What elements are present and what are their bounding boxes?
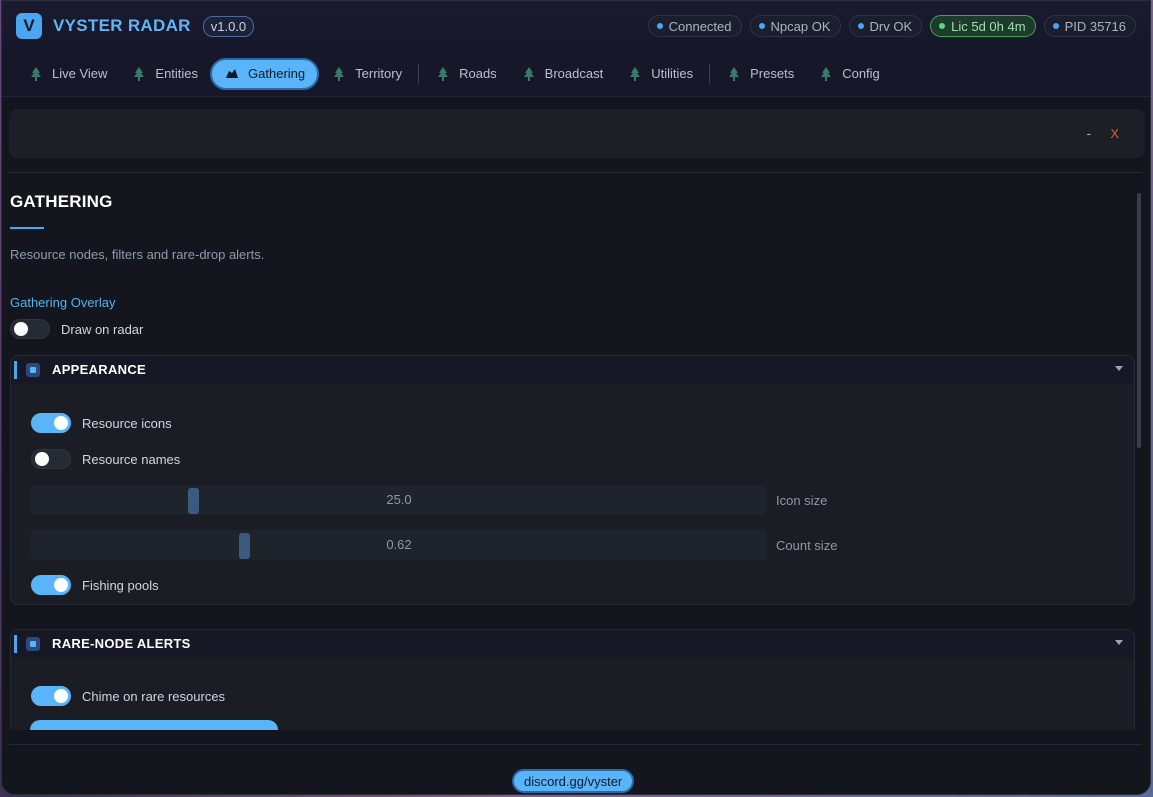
tree-icon: [31, 66, 41, 81]
tab-entities[interactable]: Entities: [119, 58, 210, 90]
rare-alerts-title: RARE-NODE ALERTS: [52, 636, 191, 651]
status-connected: Connected: [647, 15, 742, 37]
tab-utilities[interactable]: Utilities: [615, 58, 705, 90]
count-size-value: 0.62: [386, 537, 412, 552]
tree-icon: [134, 66, 145, 81]
gathering-panel: GATHERING Resource nodes, filters and ra…: [9, 192, 1139, 730]
resource-names-toggle[interactable]: [31, 449, 71, 469]
tree-icon: [630, 66, 641, 81]
tab-gathering[interactable]: Gathering: [210, 57, 320, 90]
toggle-knob: [35, 452, 49, 466]
tab-territory[interactable]: Territory: [319, 58, 414, 90]
tab-separator: [418, 63, 420, 84]
sub-window-bar: - X: [9, 109, 1145, 158]
chevron-down-icon[interactable]: [1115, 366, 1123, 371]
tree-icon: [523, 66, 534, 81]
title-bar: V VYSTER RADAR v1.0.0 Connected Npcap OK…: [2, 1, 1150, 51]
resource-names-row: Resource names: [31, 449, 180, 469]
status-npcap: Npcap OK: [749, 15, 841, 37]
tab-live-view[interactable]: Live View: [16, 58, 119, 90]
fishing-pools-row: Fishing pools: [31, 575, 159, 595]
discord-link[interactable]: discord.gg/vyster: [512, 769, 635, 793]
draw-on-radar-label: Draw on radar: [61, 321, 144, 337]
icon-size-value: 25.0: [386, 492, 412, 507]
header-accent: [14, 635, 17, 653]
close-button[interactable]: X: [1110, 126, 1119, 141]
tree-icon: [334, 66, 345, 81]
tab-config[interactable]: Config: [806, 58, 892, 90]
icon-size-slider[interactable]: 25.0: [31, 485, 767, 515]
status-driver: Drv OK: [848, 15, 923, 37]
ore-icon: [226, 68, 239, 78]
fishing-pools-toggle[interactable]: [31, 575, 71, 595]
status-bar: Connected Npcap OK Drv OK Lic 5d 0h 4m P…: [647, 15, 1136, 37]
chime-toggle[interactable]: [31, 686, 71, 706]
status-pid: PID 35716: [1043, 15, 1136, 37]
version-badge: v1.0.0: [202, 15, 255, 37]
header-accent: [14, 361, 17, 379]
toggle-knob: [54, 416, 68, 430]
status-dot-icon: [758, 23, 765, 29]
minimize-button[interactable]: -: [1087, 126, 1091, 141]
title-underline: [10, 227, 44, 229]
count-size-slider[interactable]: 0.62: [31, 530, 767, 560]
tree-icon: [438, 66, 449, 81]
draw-on-radar-row: Draw on radar: [10, 319, 143, 339]
tree-icon: [821, 66, 832, 81]
toggle-knob: [54, 578, 68, 592]
tab-roads[interactable]: Roads: [423, 58, 509, 90]
app-title: VYSTER RADAR: [53, 16, 191, 35]
status-dot-icon: [1052, 23, 1059, 29]
count-size-label: Count size: [776, 538, 838, 553]
resource-icons-label: Resource icons: [82, 415, 172, 431]
appearance-title: APPEARANCE: [52, 362, 147, 377]
section-label: Gathering Overlay: [10, 295, 116, 310]
status-dot-icon: [656, 23, 663, 29]
status-dot-icon: [857, 23, 864, 29]
app-logo: V: [16, 13, 42, 39]
appearance-header[interactable]: APPEARANCE: [11, 356, 1134, 384]
fishing-pools-label: Fishing pools: [82, 577, 159, 593]
icon-size-label: Icon size: [776, 493, 828, 508]
scrollbar[interactable]: [1137, 193, 1141, 448]
footer-divider: [9, 744, 1142, 745]
resource-icons-toggle[interactable]: [31, 413, 71, 433]
chevron-down-icon[interactable]: [1115, 640, 1123, 645]
status-license: Lic 5d 0h 4m: [930, 15, 1036, 37]
section-icon: [26, 363, 40, 377]
status-dot-icon: [939, 23, 946, 29]
tab-presets[interactable]: Presets: [714, 58, 806, 90]
content-area: - X GATHERING Resource nodes, filters an…: [2, 98, 1150, 794]
rare-alerts-group: RARE-NODE ALERTS Chime on rare resources: [10, 629, 1135, 730]
tab-separator: [709, 63, 711, 84]
tab-bar: Live View Entities Gathering Territory R…: [2, 51, 1150, 97]
draw-on-radar-toggle[interactable]: [10, 319, 50, 339]
page-title: GATHERING: [10, 192, 113, 211]
divider: [9, 172, 1142, 173]
tab-broadcast[interactable]: Broadcast: [509, 58, 616, 90]
toggle-knob: [54, 689, 68, 703]
alert-action-button[interactable]: [30, 720, 278, 730]
app-window: V VYSTER RADAR v1.0.0 Connected Npcap OK…: [1, 0, 1151, 795]
appearance-group: APPEARANCE Resource icons Resource names…: [10, 355, 1135, 605]
section-icon: [26, 637, 40, 651]
tree-icon: [729, 66, 740, 81]
toggle-knob: [14, 322, 28, 336]
chime-row: Chime on rare resources: [31, 686, 225, 706]
rare-alerts-header[interactable]: RARE-NODE ALERTS: [11, 630, 1134, 658]
page-subtitle: Resource nodes, filters and rare-drop al…: [10, 247, 265, 262]
chime-label: Chime on rare resources: [82, 688, 226, 704]
resource-icons-row: Resource icons: [31, 413, 172, 433]
resource-names-label: Resource names: [82, 451, 181, 467]
